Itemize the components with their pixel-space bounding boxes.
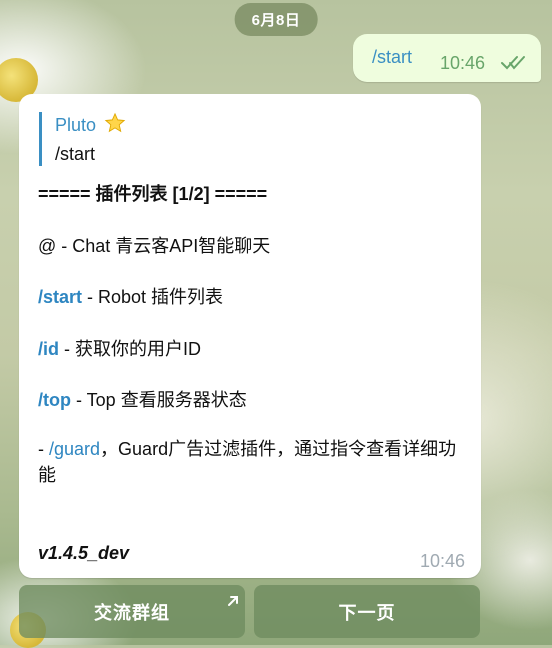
command-link-guard[interactable]: /guard <box>49 439 100 459</box>
command-desc: - Top 查看服务器状态 <box>71 390 247 410</box>
outgoing-message-time: 10:46 <box>440 53 486 73</box>
command-desc: - Chat 青云客API智能聊天 <box>56 236 271 256</box>
outgoing-message[interactable]: /start 10:46 <box>353 34 541 82</box>
double-check-icon <box>500 54 528 75</box>
reply-quote[interactable]: Pluto /start <box>39 112 205 166</box>
command-desc: - Robot 插件列表 <box>82 287 224 307</box>
date-separator: 6月8日 <box>234 3 318 36</box>
list-item: /id - 获取你的用户ID <box>38 335 201 361</box>
list-item: /start - Robot 插件列表 <box>38 283 223 309</box>
bot-message[interactable]: Pluto /start ===== 插件列表 [1/2] ===== @ - … <box>19 94 481 578</box>
group-chat-button[interactable]: 交流群组 <box>19 585 245 638</box>
command-link-start[interactable]: /start <box>38 287 82 307</box>
plugin-list-title: ===== 插件列表 [1/2] ===== <box>38 184 268 204</box>
message-time: 10:46 <box>419 551 465 571</box>
command-at: @ <box>38 236 57 256</box>
reply-sender-name: Pluto <box>55 115 97 135</box>
command-desc: ，Guard广告过滤插件，通过指令查看详细功能 <box>38 439 457 485</box>
list-item: /top - Top 查看服务器状态 <box>38 386 247 412</box>
guard-prefix: - <box>38 439 49 459</box>
list-item: - /guard，Guard广告过滤插件，通过指令查看详细功能 <box>38 436 468 488</box>
outgoing-message-text: /start <box>372 47 413 67</box>
list-item: @ - Chat 青云客API智能聊天 <box>38 232 270 258</box>
star-icon <box>104 112 126 141</box>
command-link-id[interactable]: /id <box>38 339 59 359</box>
command-desc: - 获取你的用户ID <box>59 339 201 359</box>
reply-text: /start <box>55 144 96 164</box>
next-page-button[interactable]: 下一页 <box>254 585 480 638</box>
group-chat-button-label: 交流群组 <box>94 602 170 623</box>
external-link-arrow-icon <box>227 591 239 612</box>
command-link-top[interactable]: /top <box>38 390 71 410</box>
version-text: v1.4.5_dev <box>38 543 130 563</box>
next-page-button-label: 下一页 <box>338 602 396 623</box>
